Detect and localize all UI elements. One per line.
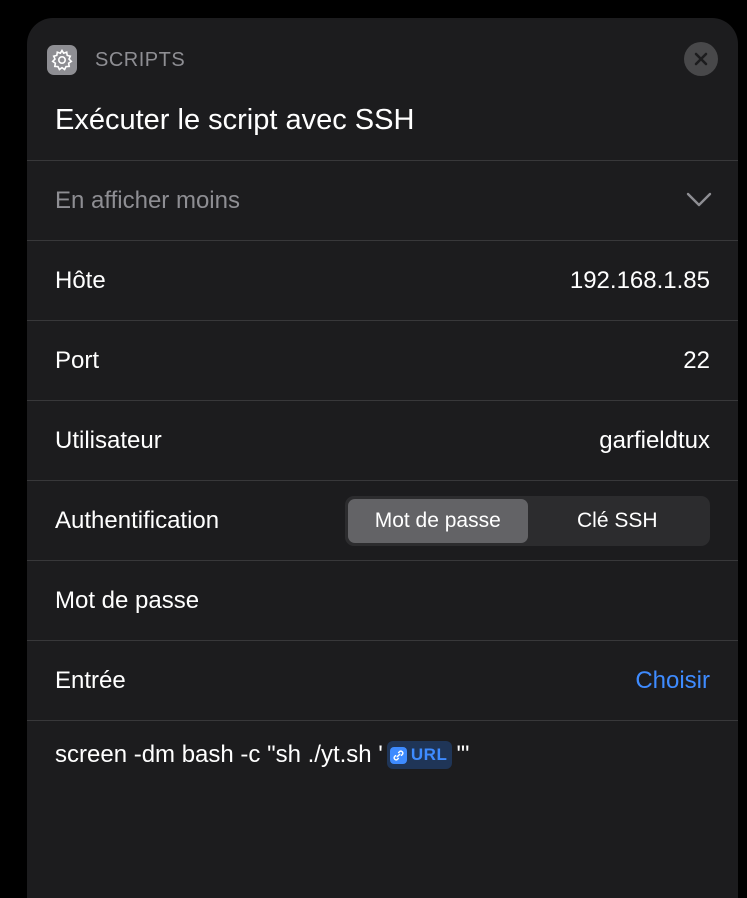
auth-row: Authentification Mot de passe Clé SSH <box>27 480 738 560</box>
choose-input-button[interactable]: Choisir <box>635 641 710 720</box>
host-label: Hôte <box>55 267 106 294</box>
password-label: Mot de passe <box>55 587 200 614</box>
script-editor[interactable]: screen -dm bash -c "sh ./yt.sh ' URL '" <box>27 720 738 898</box>
user-row[interactable]: Utilisateur garfieldtux <box>27 400 738 480</box>
auth-option-ssh-key[interactable]: Clé SSH <box>528 499 708 543</box>
show-less-label: En afficher moins <box>55 187 240 214</box>
user-value[interactable]: garfieldtux <box>599 401 710 480</box>
url-variable-label: URL <box>410 745 448 764</box>
input-label: Entrée <box>55 667 126 694</box>
port-row[interactable]: Port 22 <box>27 320 738 400</box>
link-icon <box>389 746 407 764</box>
action-card: SCRIPTS Exécuter le script avec SSH En a… <box>27 18 738 898</box>
url-variable-token[interactable]: URL <box>386 741 453 769</box>
action-category: SCRIPTS <box>95 49 186 71</box>
gear-icon <box>47 45 77 75</box>
password-row[interactable]: Mot de passe <box>27 560 738 640</box>
show-less-row[interactable]: En afficher moins <box>27 160 738 240</box>
script-text[interactable]: screen -dm bash -c "sh ./yt.sh ' URL '" <box>55 737 469 773</box>
user-label: Utilisateur <box>55 427 162 454</box>
auth-option-password[interactable]: Mot de passe <box>348 499 528 543</box>
host-value[interactable]: 192.168.1.85 <box>570 241 710 320</box>
auth-segmented-control: Mot de passe Clé SSH <box>345 496 710 546</box>
host-row[interactable]: Hôte 192.168.1.85 <box>27 240 738 320</box>
action-title: Exécuter le script avec SSH <box>55 104 415 136</box>
input-row[interactable]: Entrée Choisir <box>27 640 738 720</box>
auth-label: Authentification <box>55 507 220 534</box>
script-text-before: screen -dm bash -c "sh ./yt.sh ' <box>55 741 383 768</box>
script-text-after: '" <box>456 741 470 768</box>
chevron-down-icon <box>686 192 712 207</box>
port-label: Port <box>55 347 100 374</box>
close-button[interactable] <box>684 42 718 76</box>
action-header: SCRIPTS Exécuter le script avec SSH <box>27 18 738 160</box>
close-icon <box>694 52 708 66</box>
port-value[interactable]: 22 <box>683 321 710 400</box>
